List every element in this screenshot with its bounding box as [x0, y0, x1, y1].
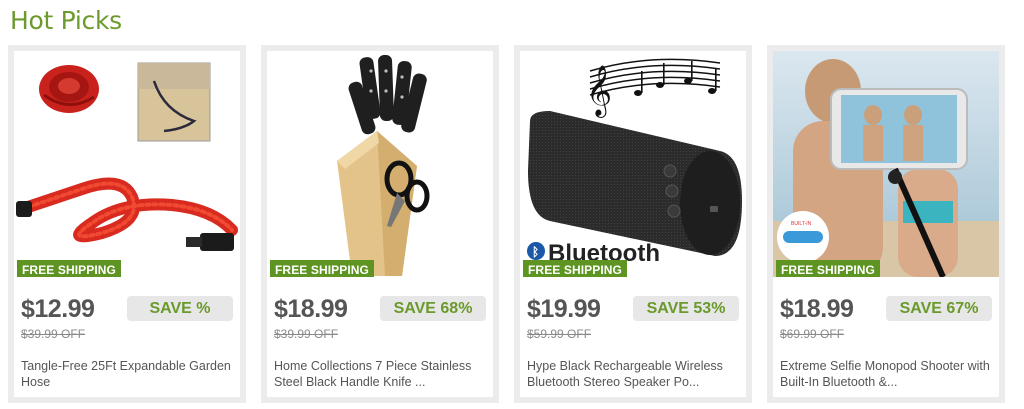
- original-price: $39.99 OFF: [21, 327, 86, 341]
- original-price: $39.99 OFF: [274, 327, 339, 341]
- product-card[interactable]: FREE SHIPPING $18.99 $39.99 OFF SAVE 68%…: [261, 45, 499, 403]
- product-title-link[interactable]: Tangle-Free 25Ft Expandable Garden Hose: [21, 358, 237, 390]
- sale-price: $18.99: [780, 295, 854, 323]
- free-shipping-badge: FREE SHIPPING: [17, 260, 121, 277]
- product-card[interactable]: BUILT-IN FREE SHIPPING $18.99 $69.99 OFF…: [767, 45, 1005, 403]
- sale-price: $18.99: [274, 295, 348, 323]
- product-title-link[interactable]: Extreme Selfie Monopod Shooter with Buil…: [780, 358, 996, 390]
- save-badge: SAVE 68%: [380, 296, 486, 321]
- selfie-monopod-image[interactable]: BUILT-IN FREE SHIPPING: [773, 51, 999, 277]
- save-badge: SAVE 53%: [633, 296, 739, 321]
- free-shipping-badge: FREE SHIPPING: [270, 260, 374, 277]
- svg-text:ᛒ: ᛒ: [532, 245, 539, 259]
- svg-text:𝄞: 𝄞: [586, 65, 612, 118]
- product-grid: FREE SHIPPING $12.99 $39.99 OFF SAVE % T…: [8, 45, 1016, 403]
- original-price: $69.99 OFF: [780, 327, 845, 341]
- free-shipping-badge: FREE SHIPPING: [523, 260, 627, 277]
- section-title: Hot Picks: [10, 6, 122, 35]
- free-shipping-badge: FREE SHIPPING: [776, 260, 880, 277]
- product-card[interactable]: FREE SHIPPING $12.99 $39.99 OFF SAVE % T…: [8, 45, 246, 403]
- product-card[interactable]: 𝄞 ᛒ Bluetooth FREE SHIPPING $19.99 $59.9…: [514, 45, 752, 403]
- sale-price: $12.99: [21, 295, 95, 323]
- svg-text:BUILT-IN: BUILT-IN: [791, 221, 812, 227]
- garden-hose-image[interactable]: FREE SHIPPING: [14, 51, 240, 277]
- original-price: $59.99 OFF: [527, 327, 592, 341]
- save-badge: SAVE %: [127, 296, 233, 321]
- sale-price: $19.99: [527, 295, 601, 323]
- product-title-link[interactable]: Home Collections 7 Piece Stainless Steel…: [274, 358, 490, 390]
- save-badge: SAVE 67%: [886, 296, 992, 321]
- product-title-link[interactable]: Hype Black Rechargeable Wireless Bluetoo…: [527, 358, 743, 390]
- knife-block-image[interactable]: FREE SHIPPING: [267, 51, 493, 277]
- bluetooth-speaker-image[interactable]: 𝄞 ᛒ Bluetooth FREE SHIPPING: [520, 51, 746, 277]
